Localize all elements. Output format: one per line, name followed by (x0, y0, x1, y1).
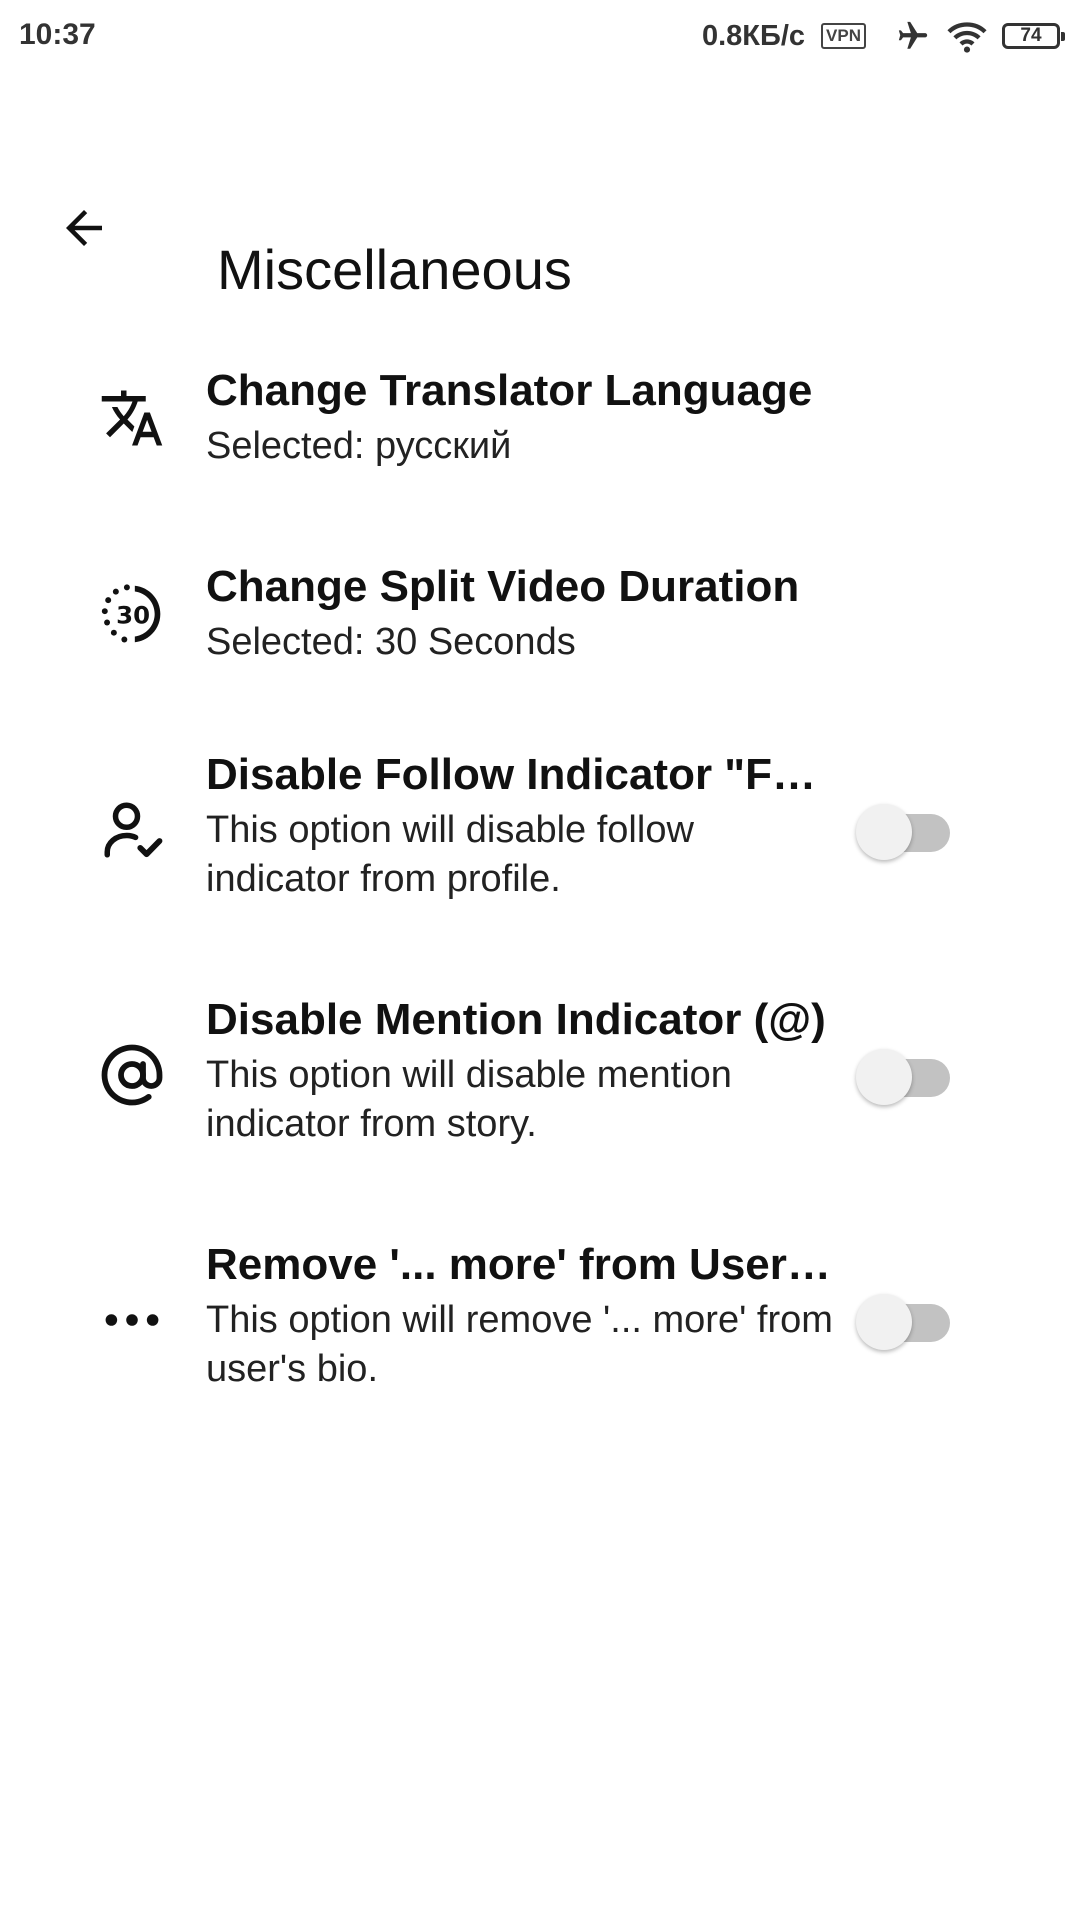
arrow-back-icon (57, 201, 111, 260)
battery-level: 74 (1020, 25, 1042, 46)
timer-30-icon: 30 (96, 578, 168, 650)
status-icons: 0.8КБ/с VPN 74 (701, 16, 1065, 56)
page-title: Miscellaneous (217, 237, 572, 301)
setting-remove-more-from-bio[interactable]: Remove '... more' from User's bio This o… (0, 1230, 1080, 1430)
setting-text: Disable Mention Indicator (@) This optio… (206, 993, 836, 1149)
setting-subtitle: This option will disable mention indicat… (206, 1054, 732, 1145)
setting-subtitle: This option will remove '... more' from … (206, 1299, 833, 1390)
setting-text: Change Translator Language Selected: рус… (206, 364, 846, 471)
wifi-icon (946, 19, 988, 53)
svg-text:30: 30 (116, 601, 150, 630)
setting-split-video-duration[interactable]: 30 Change Split Video Duration Selected:… (0, 546, 1080, 696)
status-time: 10:37 (19, 18, 96, 51)
setting-translator-language[interactable]: Change Translator Language Selected: рус… (0, 350, 1080, 500)
setting-title: Disable Mention Indicator (@) (206, 995, 826, 1044)
battery-icon: 74 (1002, 23, 1065, 49)
setting-title: Remove '... more' from User's bio (206, 1240, 836, 1289)
mention-indicator-toggle[interactable] (856, 1047, 952, 1105)
toggle-thumb (856, 1049, 912, 1105)
back-button[interactable] (54, 200, 114, 260)
setting-text: Remove '... more' from User's bio This o… (206, 1238, 836, 1394)
airplane-icon (894, 19, 932, 53)
setting-disable-mention-indicator[interactable]: Disable Mention Indicator (@) This optio… (0, 985, 1080, 1185)
setting-title: Change Split Video Duration (206, 562, 800, 611)
app-bar: Miscellaneous (0, 180, 1080, 301)
toggle-thumb (856, 804, 912, 860)
setting-subtitle: This option will disable follow indicato… (206, 809, 694, 900)
more-horizontal-icon (96, 1284, 168, 1356)
setting-subtitle: Selected: 30 Seconds (206, 621, 576, 663)
setting-text: Change Split Video Duration Selected: 30… (206, 560, 846, 667)
setting-title: Disable Follow Indicator "Follows you" (206, 750, 836, 799)
setting-text: Disable Follow Indicator "Follows you" T… (206, 748, 836, 904)
translate-icon (96, 382, 168, 454)
setting-subtitle: Selected: русский (206, 425, 512, 467)
network-speed: 0.8КБ/с (701, 19, 806, 52)
follow-indicator-toggle[interactable] (856, 802, 952, 860)
setting-disable-follow-indicator[interactable]: Disable Follow Indicator "Follows you" T… (0, 740, 1080, 940)
toggle-thumb (856, 1294, 912, 1350)
setting-title: Change Translator Language (206, 366, 813, 415)
person-check-icon (96, 794, 168, 866)
remove-more-toggle[interactable] (856, 1292, 952, 1350)
vpn-badge: VPN (821, 23, 866, 49)
at-sign-icon (96, 1039, 168, 1111)
status-bar: 10:37 0.8КБ/с VPN 74 (0, 0, 1080, 75)
